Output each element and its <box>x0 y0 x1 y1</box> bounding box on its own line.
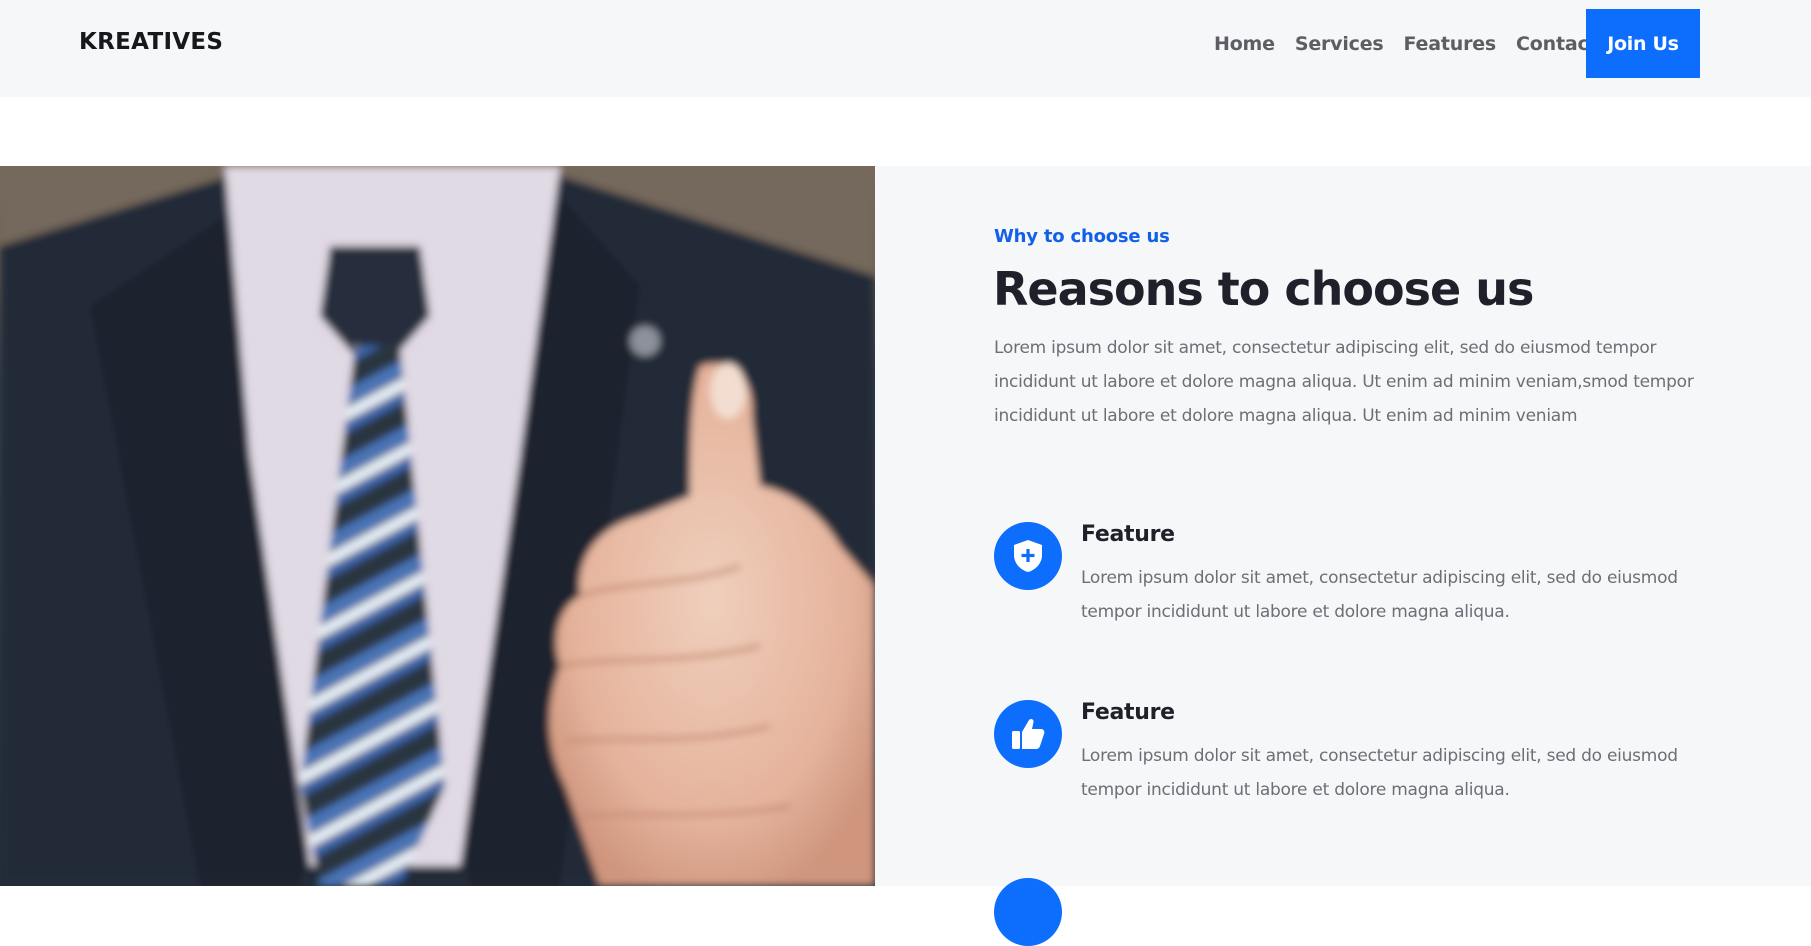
main-nav: Home Services Features Contact <box>1214 33 1598 55</box>
brand-logo[interactable]: KREATIVES <box>79 29 223 55</box>
shield-plus-icon <box>994 522 1062 590</box>
section-title: Reasons to choose us <box>993 262 1534 316</box>
nav-features-link[interactable]: Features <box>1404 33 1497 55</box>
businessman-illustration <box>0 166 875 886</box>
section-eyebrow: Why to choose us <box>994 226 1170 247</box>
feature-title: Feature <box>1081 700 1175 725</box>
nav-services-link[interactable]: Services <box>1295 33 1384 55</box>
feature-description: Lorem ipsum dolor sit amet, consectetur … <box>1081 746 1678 800</box>
site-header: KREATIVES Home Services Features Contact… <box>0 0 1811 97</box>
thumbs-up-icon <box>994 700 1062 768</box>
feature-title: Feature <box>1081 522 1175 547</box>
feature-icon-partial <box>994 878 1062 946</box>
join-us-button[interactable]: Join Us <box>1586 9 1700 78</box>
nav-home-link[interactable]: Home <box>1214 33 1275 55</box>
reasons-section: Why to choose us Reasons to choose us Lo… <box>875 166 1811 946</box>
hero-photo-thumbs-up-businessman <box>0 166 875 886</box>
feature-description: Lorem ipsum dolor sit amet, consectetur … <box>1081 568 1678 622</box>
section-lead: Lorem ipsum dolor sit amet, consectetur … <box>994 338 1694 426</box>
